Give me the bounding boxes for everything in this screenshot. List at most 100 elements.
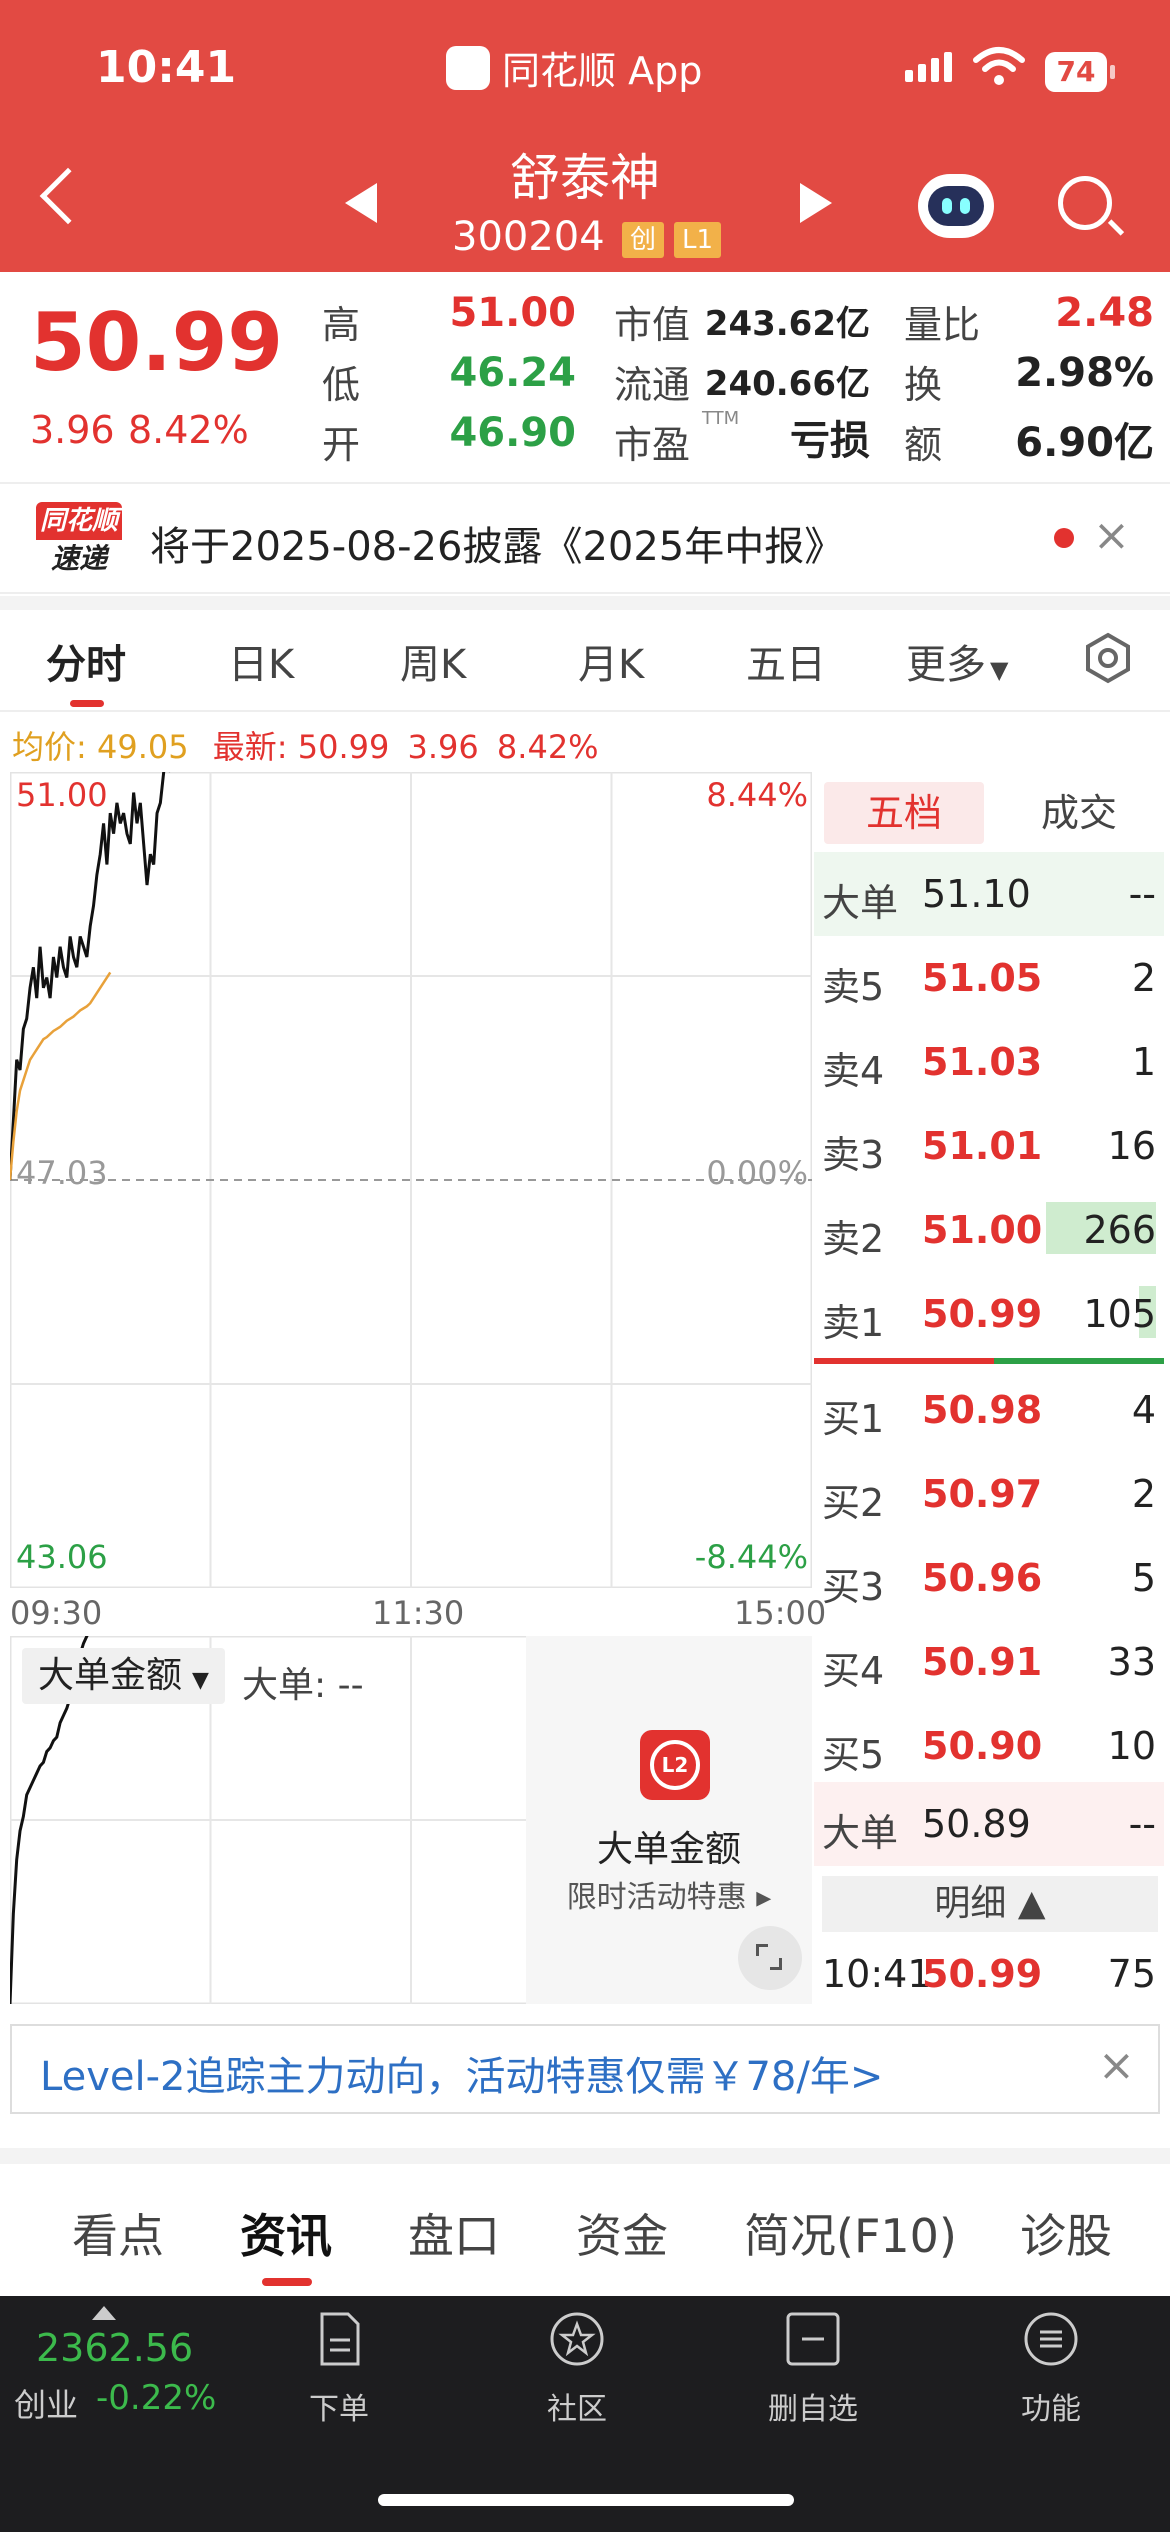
big-order-row-bottom: 大单 50.89 -- — [814, 1782, 1164, 1866]
battery-icon: 74 — [1045, 52, 1115, 92]
search-icon[interactable] — [1058, 176, 1112, 230]
signal-icon — [905, 52, 952, 82]
bid-price: 50.97 — [922, 1472, 1043, 1516]
status-app-label: 同花顺 App — [502, 49, 703, 93]
bid-label: 买4 — [822, 1649, 885, 1693]
ask-row[interactable]: 卖3 51.01 16 — [814, 1104, 1164, 1188]
tab-highlights[interactable]: 看点 — [72, 2200, 164, 2266]
expand-icon[interactable] — [738, 1926, 802, 1990]
menu-icon[interactable] — [1020, 2308, 1082, 2370]
unread-dot — [1054, 528, 1074, 548]
ask-volume: 2 — [1131, 956, 1156, 1000]
intraday-chart[interactable]: 51.00 47.03 43.06 8.44% 0.00% -8.44% — [10, 772, 812, 1588]
level2-promo-panel[interactable]: L2 大单金额 限时活动特惠 ▸ — [526, 1636, 812, 2004]
ask-row[interactable]: 卖1 50.99 105 — [814, 1272, 1164, 1356]
banner-close-button[interactable]: × — [1098, 2040, 1135, 2091]
tab-weekly-k[interactable]: 周K — [400, 632, 466, 690]
open-label: 开 — [322, 423, 361, 467]
ask-volume: 16 — [1107, 1124, 1156, 1168]
notice-close-button[interactable]: × — [1093, 510, 1130, 561]
ask-label: 卖5 — [822, 965, 885, 1009]
order-icon[interactable] — [308, 2308, 370, 2370]
bid-row[interactable]: 买3 50.96 5 — [814, 1536, 1164, 1620]
tab-diagnosis[interactable]: 诊股 — [1020, 2200, 1112, 2266]
avg-price-line — [10, 971, 112, 1181]
ask-label: 卖2 — [822, 1217, 885, 1261]
index-name: 创业 — [14, 2386, 79, 2424]
ask-row[interactable]: 卖5 51.05 2 — [814, 936, 1164, 1020]
status-app-source[interactable]: 同花顺 App — [446, 40, 702, 95]
wifi-icon — [973, 47, 1025, 85]
index-value[interactable]: 2362.56 — [36, 2326, 193, 2370]
bid-row[interactable]: 买2 50.97 2 — [814, 1452, 1164, 1536]
notice-bar[interactable]: 同花顺 速递 将于2025-08-26披露《2025年中报》 — [0, 482, 1170, 594]
price-change-pct: 8.42% — [128, 408, 249, 452]
ask-price: 51.01 — [922, 1124, 1043, 1168]
level-badge: L1 — [674, 222, 722, 258]
tab-monthly-k[interactable]: 月K — [578, 632, 644, 690]
tab-daily-k[interactable]: 日K — [228, 632, 294, 690]
detail-toggle[interactable]: 明细 ▲ — [822, 1876, 1158, 1932]
notice-text: 将于2025-08-26披露《2025年中报》 — [150, 524, 845, 570]
chart-settings-icon[interactable] — [1082, 632, 1134, 684]
tab-f10[interactable]: 简况(F10) — [744, 2200, 957, 2266]
x-tick-mid: 11:30 — [372, 1594, 465, 1632]
tab-five-levels[interactable]: 五档 — [824, 782, 984, 844]
dropdown-arrow-icon: ▼ — [990, 656, 1009, 684]
ask-label: 卖1 — [822, 1301, 885, 1345]
big-order-value: 大单: -- — [242, 1665, 364, 1706]
level2-banner[interactable]: Level-2追踪主力动向，活动特惠仅需￥78/年> × — [10, 2024, 1160, 2114]
amount-label: 额 — [904, 423, 943, 467]
bid-row[interactable]: 买4 50.91 33 — [814, 1620, 1164, 1704]
tab-handicap[interactable]: 盘口 — [408, 2200, 500, 2266]
pe-value: 亏损 — [790, 418, 870, 464]
assistant-robot-icon[interactable] — [918, 174, 994, 238]
y-tick-mid: 47.03 — [16, 1154, 108, 1192]
order-book: 五档 成交 大单 51.10 -- 卖5 51.05 2 卖4 51.03 1 卖3 51.0… — [814, 772, 1170, 2004]
remove-watchlist-icon[interactable] — [782, 2308, 844, 2370]
tab-more[interactable]: 更多 ▼ — [906, 632, 1008, 690]
order-button[interactable]: 下单 — [299, 2384, 379, 2428]
bid-volume: 10 — [1107, 1724, 1156, 1768]
tab-funds[interactable]: 资金 — [576, 2200, 668, 2266]
remove-watchlist-button[interactable]: 删自选 — [753, 2384, 873, 2428]
bid-row[interactable]: 买1 50.98 4 — [814, 1368, 1164, 1452]
y-pct-mid: 0.00% — [706, 1154, 808, 1192]
header: 10:41 同花顺 App 74 舒泰神 300204 创 L1 — [0, 0, 1170, 272]
community-icon[interactable] — [546, 2308, 608, 2370]
big-order-chart[interactable]: 大单金额 ▼ 大单: -- L2 大单金额 限时活动特惠 ▸ — [10, 1636, 812, 2004]
volratio-value: 2.48 — [1055, 290, 1154, 336]
home-indicator[interactable] — [378, 2494, 794, 2506]
last-trade-row: 10:41 50.99 75 — [822, 1952, 1156, 1996]
bid-row[interactable]: 买5 50.90 10 — [814, 1704, 1164, 1788]
bid-label: 买1 — [822, 1397, 885, 1441]
bid-label: 买3 — [822, 1565, 885, 1609]
high-value: 51.00 — [449, 290, 576, 336]
bid-volume: 4 — [1131, 1388, 1156, 1432]
indicator-selector[interactable]: 大单金额 ▼ — [22, 1648, 225, 1704]
bid-price: 50.90 — [922, 1724, 1043, 1768]
tab-five-day[interactable]: 五日 — [746, 632, 826, 690]
tab-intraday[interactable]: 分时 — [46, 632, 126, 690]
bid-price: 50.96 — [922, 1556, 1043, 1600]
divider — [0, 2148, 1170, 2164]
book-divider-red — [814, 1358, 994, 1364]
bid-label: 买5 — [822, 1733, 885, 1777]
ask-label: 卖3 — [822, 1133, 885, 1177]
tab-trades[interactable]: 成交 — [994, 782, 1164, 844]
menu-button[interactable]: 功能 — [1011, 2384, 1091, 2428]
community-button[interactable]: 社区 — [537, 2384, 617, 2428]
bid-volume: 2 — [1131, 1472, 1156, 1516]
status-time: 10:41 — [96, 42, 237, 93]
ask-row[interactable]: 卖2 51.00 266 — [814, 1188, 1164, 1272]
index-change: -0.22% — [96, 2378, 217, 2418]
bottom-tab-underline — [262, 2278, 312, 2286]
expand-up-icon[interactable] — [92, 2306, 116, 2320]
app-logo-icon — [446, 45, 490, 90]
y-tick-high: 51.00 — [16, 776, 108, 814]
ask-price: 51.03 — [922, 1040, 1043, 1084]
bid-price: 50.98 — [922, 1388, 1043, 1432]
ask-row[interactable]: 卖4 51.03 1 — [814, 1020, 1164, 1104]
express-logo: 同花顺 速递 — [36, 502, 122, 578]
tab-news[interactable]: 资讯 — [240, 2200, 332, 2266]
